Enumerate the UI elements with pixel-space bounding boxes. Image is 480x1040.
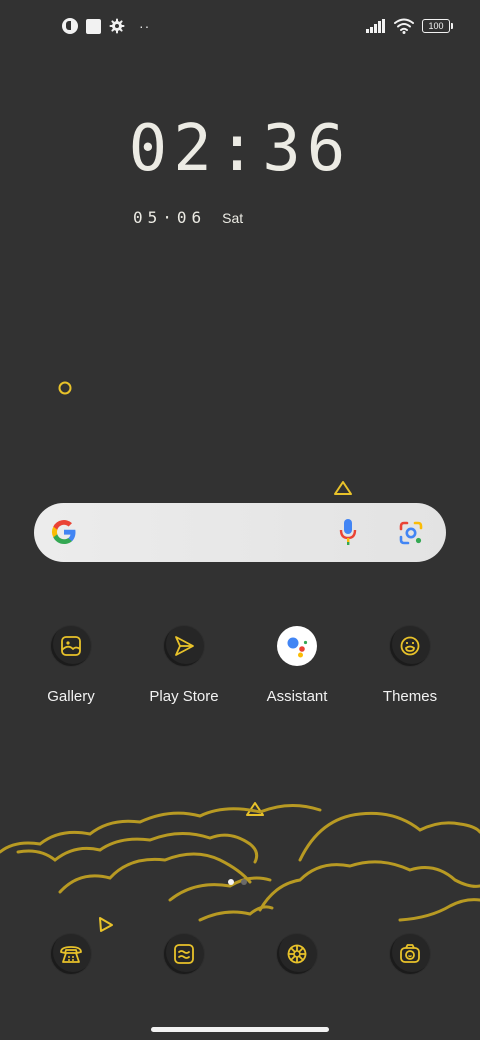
browser-icon[interactable] bbox=[277, 934, 317, 974]
app-label: Play Store bbox=[149, 688, 219, 705]
app-label: Gallery bbox=[47, 688, 95, 705]
app-gallery[interactable]: Gallery bbox=[16, 626, 126, 705]
camera-icon[interactable] bbox=[390, 934, 430, 974]
day-text: Sat bbox=[222, 209, 244, 226]
messages-icon[interactable] bbox=[164, 934, 204, 974]
app-label: Themes bbox=[382, 688, 438, 705]
triangle-decoration bbox=[334, 481, 352, 495]
circle-decoration bbox=[58, 381, 72, 395]
battery-icon: 100 bbox=[422, 19, 453, 33]
date-text: 05·06 bbox=[133, 208, 207, 227]
app-play-store[interactable]: Play Store bbox=[129, 626, 239, 705]
themes-icon[interactable] bbox=[390, 626, 430, 666]
dock-camera[interactable] bbox=[355, 934, 465, 974]
more-dots-icon: ·· bbox=[139, 18, 151, 34]
page-dot bbox=[241, 879, 247, 885]
notification-icons: ·· bbox=[62, 18, 150, 34]
page-dot-active bbox=[228, 879, 234, 885]
google-logo-icon[interactable] bbox=[50, 518, 78, 546]
signal-icon bbox=[366, 19, 385, 33]
page-indicator bbox=[228, 879, 247, 885]
gallery-icon[interactable] bbox=[51, 626, 91, 666]
clock-date[interactable]: 05·06 Sat bbox=[133, 208, 243, 227]
dock-browser[interactable] bbox=[242, 934, 352, 974]
square-notification-icon bbox=[86, 18, 101, 34]
app-themes[interactable]: Themes bbox=[355, 626, 465, 705]
dock-phone[interactable] bbox=[16, 934, 126, 974]
app-assistant[interactable]: Assistant bbox=[242, 626, 352, 705]
wifi-icon bbox=[394, 18, 414, 34]
assistant-icon[interactable] bbox=[277, 626, 317, 666]
microphone-icon[interactable] bbox=[338, 518, 358, 546]
settings-icon bbox=[109, 18, 125, 34]
app-label: Assistant bbox=[266, 688, 328, 705]
app-notification-icon bbox=[62, 18, 78, 34]
clock-time[interactable]: 02:36 bbox=[0, 112, 480, 186]
gesture-nav-handle[interactable] bbox=[151, 1027, 329, 1032]
google-lens-icon[interactable] bbox=[398, 520, 424, 546]
play-store-icon[interactable] bbox=[164, 626, 204, 666]
dock-messages[interactable] bbox=[129, 934, 239, 974]
status-bar: ·· 100 bbox=[0, 0, 480, 56]
cloud-outline-decoration bbox=[0, 804, 480, 922]
system-icons: 100 bbox=[366, 18, 453, 34]
phone-icon[interactable] bbox=[51, 934, 91, 974]
google-search-bar[interactable] bbox=[34, 503, 446, 562]
